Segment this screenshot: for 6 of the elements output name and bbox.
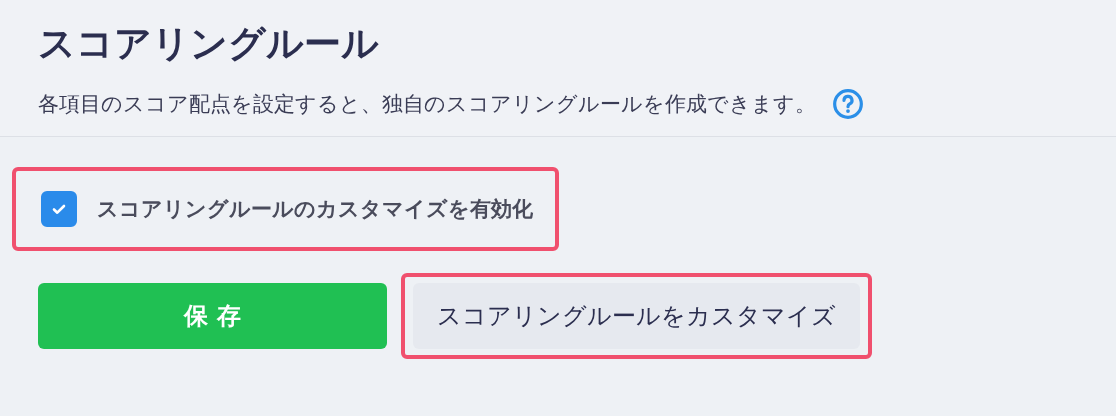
customize-button[interactable]: スコアリングルールをカスタマイズ	[413, 283, 860, 349]
help-icon[interactable]	[832, 88, 864, 120]
page-title: スコアリングルール	[38, 21, 380, 67]
checkbox[interactable]	[41, 191, 77, 227]
description-text: 各項目のスコア配点を設定すると、独自のスコアリングルールを作成できます。	[38, 91, 816, 118]
checkbox-label: スコアリングルールのカスタマイズを有効化	[97, 196, 533, 223]
